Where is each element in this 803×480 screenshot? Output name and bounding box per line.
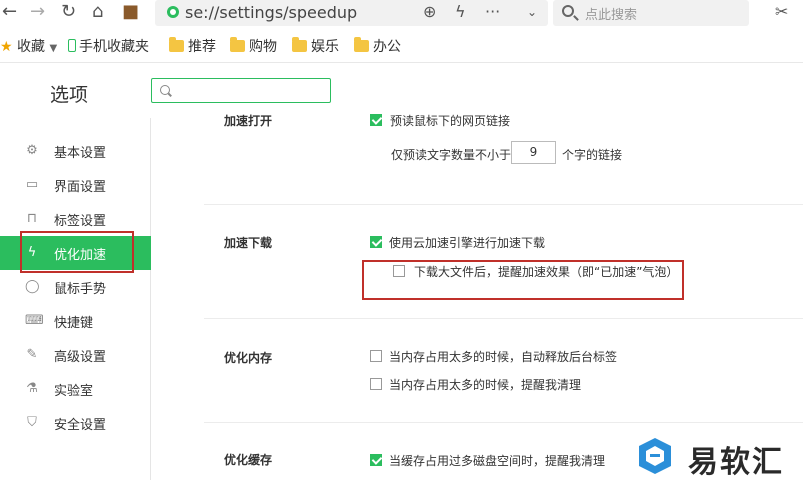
- phone-icon: [68, 39, 76, 52]
- cloud-download-checkbox[interactable]: [370, 236, 382, 248]
- mouse-icon: ◯: [25, 279, 40, 294]
- lightning-icon[interactable]: ϟ: [455, 2, 466, 21]
- sidebar-item-label: 界面设置: [54, 180, 107, 195]
- section-divider: [204, 318, 803, 319]
- keyboard-icon: ⌨: [25, 313, 44, 328]
- section-label-download: 加速下载: [224, 236, 273, 250]
- scissors-icon[interactable]: ✂: [775, 2, 788, 21]
- sidebar-item-advanced[interactable]: ✎ 高级设置: [0, 338, 151, 372]
- watermark-text: 易软汇: [688, 445, 784, 480]
- preload-checkbox[interactable]: [370, 114, 382, 126]
- bookmark-favorites[interactable]: ★ 收藏 ▼: [0, 36, 57, 56]
- section-label-memory: 优化内存: [224, 351, 273, 365]
- memory-remind-checkbox[interactable]: [370, 378, 382, 390]
- sidebar-item-shortcuts[interactable]: ⌨ 快捷键: [0, 304, 151, 338]
- folder-icon: [354, 37, 369, 52]
- more-icon[interactable]: ···: [485, 2, 500, 21]
- sidebar-item-security[interactable]: ⛉ 安全设置: [0, 406, 151, 440]
- refresh-icon[interactable]: ↻: [61, 2, 76, 22]
- toolbar-divider: [0, 62, 803, 63]
- sidebar-item-lab[interactable]: ⚗ 实验室: [0, 372, 151, 406]
- sidebar-item-mouse[interactable]: ◯ 鼠标手势: [0, 270, 151, 304]
- cache-remind-label: 当缓存占用过多磁盘空间时，提醒我清理: [389, 454, 606, 468]
- search-icon: [562, 5, 574, 17]
- sidebar-item-label: 基本设置: [54, 146, 107, 161]
- sidebar-item-label: 鼠标手势: [54, 282, 107, 297]
- sidebar-highlight-box: [20, 231, 134, 273]
- memory-remind-label: 当内存占用太多的时候，提醒我清理: [389, 378, 582, 392]
- home-icon[interactable]: ⌂: [92, 2, 103, 22]
- sidebar-item-label: 高级设置: [54, 350, 107, 365]
- search-icon: [160, 85, 170, 95]
- search-placeholder: 点此搜索: [585, 8, 638, 23]
- folder-icon: [169, 37, 184, 52]
- forward-arrow-icon[interactable]: →: [30, 2, 45, 22]
- caret-down-icon: ▼: [49, 43, 58, 54]
- section-divider: [204, 422, 803, 423]
- bookmarks-bar: ★ 收藏 ▼ 手机收藏夹 推荐 购物 娱乐 办公: [0, 32, 803, 58]
- bookmark-entertainment[interactable]: 娱乐: [292, 36, 339, 56]
- auto-release-checkbox[interactable]: [370, 350, 382, 362]
- briefcase-icon[interactable]: ■: [122, 2, 139, 22]
- window-icon: ▭: [25, 177, 39, 192]
- section-label-open: 加速打开: [224, 114, 273, 128]
- bookmark-office[interactable]: 办公: [354, 36, 401, 56]
- min-chars-prefix: 仅预读文字数量不小于: [391, 148, 512, 162]
- gear-icon: ⚙: [26, 143, 38, 158]
- auto-release-label: 当内存占用太多的时候，自动释放后台标签: [389, 350, 618, 364]
- watermark-logo: [639, 438, 671, 474]
- section-divider: [204, 204, 803, 205]
- bookmark-recommend[interactable]: 推荐: [169, 36, 216, 56]
- settings-sidebar: ⚙ 基本设置 ▭ 界面设置 ⊓ 标签设置 ϟ 优化加速 ◯ 鼠标手势 ⌨ 快捷键…: [0, 118, 151, 480]
- preload-option-label: 预读鼠标下的网页链接: [390, 114, 511, 128]
- page-title: 选项: [50, 84, 89, 106]
- cloud-download-label: 使用云加速引擎进行加速下载: [389, 236, 546, 250]
- wrench-icon: ✎: [26, 347, 38, 362]
- sidebar-item-label: 安全设置: [54, 418, 107, 433]
- bookmark-mobile[interactable]: 手机收藏夹: [68, 36, 149, 56]
- chevron-down-icon[interactable]: ⌄: [527, 5, 537, 19]
- search-box[interactable]: 点此搜索: [553, 0, 749, 26]
- folder-icon: [292, 37, 307, 52]
- sidebar-item-label: 实验室: [54, 384, 94, 399]
- url-text[interactable]: se://settings/speedup: [185, 3, 357, 22]
- secure-icon: [167, 6, 179, 18]
- option-highlight-box: [362, 260, 684, 300]
- zoom-icon[interactable]: ⊕: [423, 2, 436, 21]
- options-search-input[interactable]: [151, 78, 331, 103]
- sidebar-item-label: 快捷键: [54, 316, 94, 331]
- back-arrow-icon[interactable]: ←: [2, 2, 17, 22]
- star-icon: ★: [0, 39, 13, 55]
- shield-icon: ⛉: [27, 415, 37, 430]
- min-chars-input[interactable]: 9: [511, 141, 556, 164]
- flask-icon: ⚗: [26, 381, 38, 396]
- address-bar[interactable]: se://settings/speedup ⊕ ϟ ··· ⌄: [155, 0, 548, 26]
- tab-icon: ⊓: [26, 211, 38, 226]
- bookmark-shopping[interactable]: 购物: [230, 36, 277, 56]
- sidebar-item-interface[interactable]: ▭ 界面设置: [0, 168, 151, 202]
- cache-remind-checkbox[interactable]: [370, 454, 382, 466]
- sidebar-item-basic[interactable]: ⚙ 基本设置: [0, 134, 151, 168]
- sidebar-item-label: 标签设置: [54, 214, 107, 229]
- section-label-cache: 优化缓存: [224, 453, 273, 467]
- folder-icon: [230, 37, 245, 52]
- browser-toolbar: ← → ↻ ⌂ ■ se://settings/speedup ⊕ ϟ ··· …: [0, 0, 803, 28]
- min-chars-suffix: 个字的链接: [562, 148, 623, 162]
